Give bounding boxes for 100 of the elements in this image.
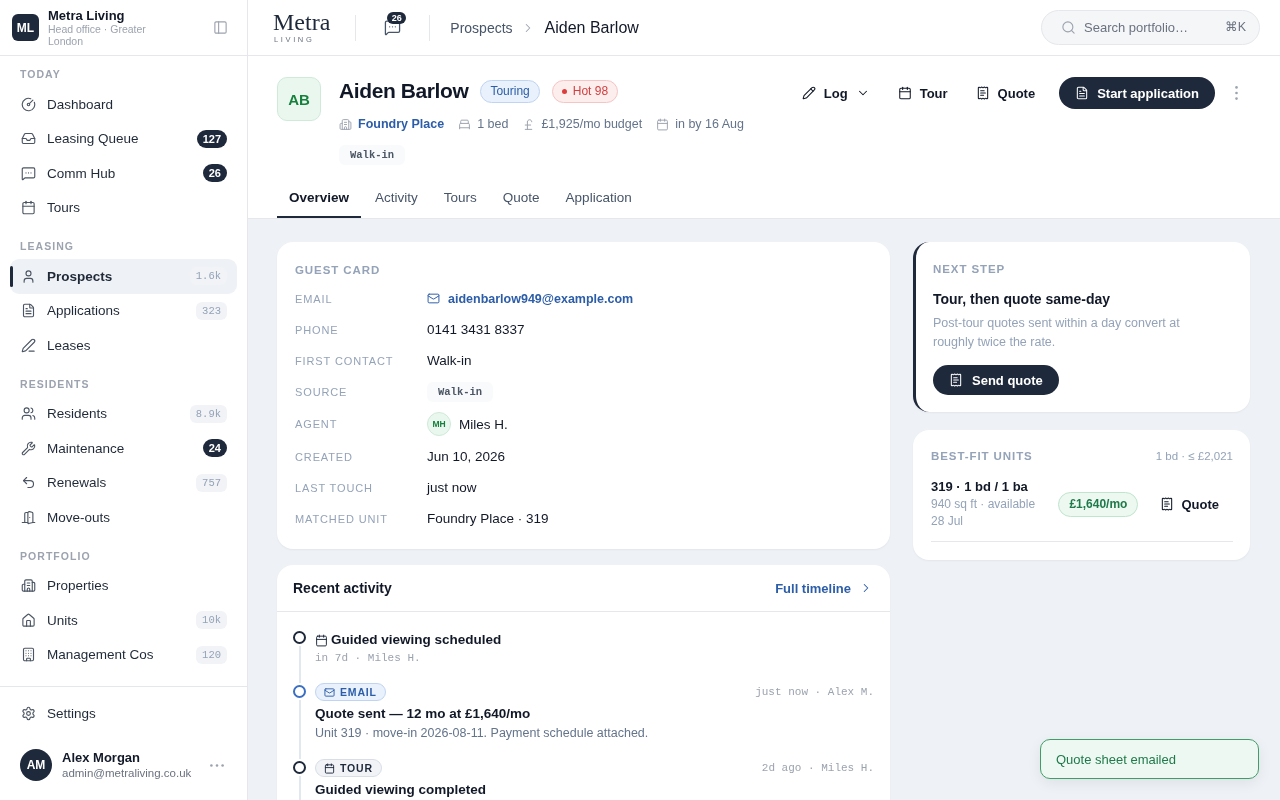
nav-item[interactable]: Residents 8.9k <box>10 396 237 431</box>
bedrooms-text: 1 bed <box>477 117 509 131</box>
agent-avatar: MH <box>427 412 451 436</box>
vertical-dots-icon <box>1235 86 1238 100</box>
property-link[interactable]: Foundry Place <box>358 117 445 131</box>
wrench-icon <box>21 440 36 456</box>
tag-label: TOUR <box>340 762 373 774</box>
collapse-sidebar-button[interactable] <box>213 20 228 35</box>
tab[interactable]: Tours <box>431 178 489 218</box>
price-chip: £1,640/mo <box>1058 491 1139 517</box>
count-badge: 757 <box>196 473 227 492</box>
tab[interactable]: Quote <box>490 178 552 218</box>
nav-item[interactable]: Applications 323 <box>10 293 237 328</box>
receipt-icon <box>975 86 990 100</box>
start-application-button[interactable]: Start application <box>1059 77 1215 109</box>
nav-item[interactable]: Management Cos 120 <box>10 637 237 672</box>
shortcut-hint: ⌘K <box>1225 19 1246 36</box>
org-name: Metra Living <box>48 8 126 23</box>
nav-item[interactable]: Properties <box>10 568 237 603</box>
calendar-icon <box>21 200 36 216</box>
nav-section-title: RESIDENTS <box>19 376 91 391</box>
org-logo: ML <box>12 14 39 41</box>
people-icon <box>21 406 36 422</box>
nav-item[interactable]: Dashboard <box>10 87 237 122</box>
send-quote-button[interactable]: Send quote <box>933 365 1059 395</box>
activity-meta: just now · Alex M. <box>755 685 874 700</box>
card-title: GUEST CARD <box>295 263 382 277</box>
next-step-title: Tour, then quote same-day <box>933 290 1112 309</box>
activity-title: Guided viewing scheduled <box>331 631 502 649</box>
bed-icon <box>458 117 472 131</box>
field-value: Foundry Place · 319 <box>427 511 549 526</box>
field-label: LAST TOUCH <box>295 481 373 494</box>
move-in-date: in by 16 Aug <box>675 117 744 131</box>
chat-icon <box>21 165 36 181</box>
full-timeline-link[interactable]: Full timeline <box>775 580 873 596</box>
search-icon <box>1061 20 1076 35</box>
tab[interactable]: Application <box>553 178 644 218</box>
chat-icon <box>384 19 402 36</box>
calendar-icon <box>315 633 328 647</box>
breadcrumb-link[interactable]: Prospects <box>450 19 513 36</box>
nav-item[interactable]: Units 10k <box>10 603 237 638</box>
calendar-icon <box>324 762 335 774</box>
activity-meta: in 7d · Miles H. <box>315 651 422 666</box>
nav-item[interactable]: Leases <box>10 328 237 363</box>
office-building-icon <box>21 647 36 663</box>
log-button[interactable]: Log <box>789 77 882 109</box>
nav-item[interactable]: Prospects 1.6k <box>10 259 237 294</box>
field-label: AGENT <box>295 418 338 430</box>
tag-label: EMAIL <box>340 686 377 698</box>
user-email: admin@metraliving.co.uk <box>62 765 192 781</box>
toast-message: Quote sheet emailed <box>1040 739 1259 779</box>
agent-name: Miles H. <box>459 416 508 432</box>
card-title: NEXT STEP <box>933 262 1007 276</box>
source-tag: Walk-in <box>339 145 406 165</box>
budget-text: £1,925/mo budget <box>541 117 643 131</box>
house-icon <box>21 612 36 628</box>
sidebar-panel-icon <box>213 20 228 35</box>
nav-section-title: PORTFOLIO <box>19 548 92 563</box>
nav-section-title: TODAY <box>19 67 62 81</box>
prospect-avatar: AB <box>277 77 321 121</box>
activity-meta: 2d ago · Miles H. <box>761 761 874 776</box>
nav-item[interactable]: Settings <box>10 696 237 731</box>
tour-button[interactable]: Tour <box>885 77 960 109</box>
mail-icon <box>427 292 440 305</box>
unit-details: 940 sq ft · available 28 Jul <box>931 496 1037 530</box>
document-icon <box>1075 86 1090 100</box>
field-value: just now <box>427 480 477 495</box>
count-badge: 120 <box>196 645 227 664</box>
calendar-icon <box>656 117 670 131</box>
timeline-dot-icon <box>293 631 306 644</box>
nav-item[interactable]: Tours <box>10 190 237 225</box>
quote-button[interactable]: Quote <box>963 77 1048 109</box>
filter-summary: 1 bd · ≤ £2,021 <box>1155 450 1233 462</box>
nav-item[interactable]: Renewals 757 <box>10 465 237 500</box>
nav-item[interactable]: Leasing Queue 127 <box>10 121 237 156</box>
user-avatar: AM <box>20 749 52 781</box>
more-icon <box>210 763 224 767</box>
stage-chip: Touring <box>480 79 540 103</box>
field-label: PHONE <box>295 323 339 336</box>
nav-item[interactable]: Maintenance 24 <box>10 431 237 466</box>
field-label: FIRST CONTACT <box>295 354 394 367</box>
door-icon <box>21 509 36 525</box>
nav-item[interactable]: Move-outs <box>10 500 237 535</box>
nav-item[interactable]: Comm Hub 26 <box>10 156 237 191</box>
count-badge: 26 <box>202 164 227 183</box>
email-link[interactable]: aidenbarlow949@example.com <box>427 291 634 306</box>
count-badge: 8.9k <box>189 404 227 423</box>
building-icon <box>21 578 36 594</box>
field-value: Walk-in <box>427 353 472 368</box>
next-step-text: Post-tour quotes sent within a day convert at roughly twice the rate. <box>933 315 1181 351</box>
activity-title: Quote sent — 12 mo at £1,640/mo <box>315 705 532 723</box>
quote-button[interactable]: Quote <box>1148 489 1233 519</box>
document-icon <box>21 303 36 319</box>
calendar-icon <box>897 86 912 100</box>
count-badge: 323 <box>196 301 227 320</box>
tab[interactable]: Activity <box>363 178 430 218</box>
count-badge: 24 <box>202 439 227 458</box>
timeline-dot-icon <box>293 684 306 698</box>
source-tag: Walk-in <box>427 381 494 402</box>
undo-arrow-icon <box>21 475 36 491</box>
